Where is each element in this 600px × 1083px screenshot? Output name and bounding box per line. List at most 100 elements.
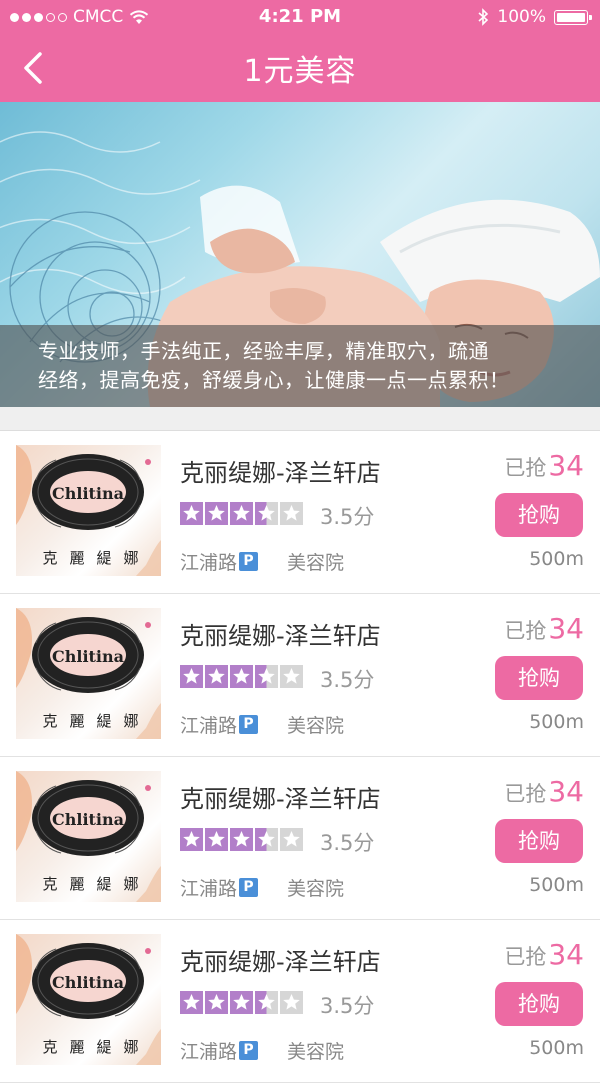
logo-cn-char: 麗 bbox=[69, 1038, 84, 1056]
rating-score: 3.5分 bbox=[320, 505, 375, 529]
store-category: 美容院 bbox=[287, 1041, 345, 1063]
star-icon bbox=[280, 991, 303, 1014]
store-list: Chlitina 克 麗 緹 娜 克丽缇娜-泽兰轩店 3.5分 江浦路 P 美容… bbox=[0, 431, 600, 1083]
store-distance: 500m bbox=[529, 874, 584, 896]
logo-cn-char: 娜 bbox=[123, 712, 138, 730]
sold-label: 已抢 bbox=[504, 456, 547, 480]
store-category: 美容院 bbox=[287, 552, 345, 574]
rating-score: 3.5分 bbox=[320, 668, 375, 692]
store-logo-image: Chlitina 克 麗 緹 娜 bbox=[16, 445, 161, 576]
store-logo-image: Chlitina 克 麗 緹 娜 bbox=[16, 934, 161, 1065]
bluetooth-icon bbox=[478, 8, 489, 26]
page-title: 1元美容 bbox=[243, 54, 357, 89]
store-distance: 500m bbox=[529, 548, 584, 570]
star-icon bbox=[255, 828, 278, 851]
store-category: 美容院 bbox=[287, 878, 345, 900]
sold-count: 已抢 34 bbox=[504, 449, 584, 482]
sold-number: 34 bbox=[548, 775, 584, 808]
store-list-item[interactable]: Chlitina 克 麗 緹 娜 克丽缇娜-泽兰轩店 3.5分 江浦路 P 美容… bbox=[0, 757, 600, 920]
star-icon bbox=[230, 665, 253, 688]
logo-cn-char: 娜 bbox=[123, 875, 138, 893]
battery-percent: 100% bbox=[497, 7, 546, 27]
star-icon bbox=[205, 991, 228, 1014]
buy-button[interactable]: 抢购 bbox=[495, 656, 583, 700]
store-category: 美容院 bbox=[287, 715, 345, 737]
banner-caption: 专业技师，手法纯正，经验丰厚，精准取穴，疏通 经络，提高免疫，舒缓身心，让健康一… bbox=[0, 325, 600, 407]
star-icon bbox=[255, 665, 278, 688]
buy-button[interactable]: 抢购 bbox=[495, 982, 583, 1026]
star-icon bbox=[255, 991, 278, 1014]
sold-label: 已抢 bbox=[504, 945, 547, 969]
star-icon bbox=[205, 828, 228, 851]
star-icon bbox=[255, 502, 278, 525]
logo-text: Chlitina bbox=[52, 484, 124, 503]
star-icon bbox=[205, 502, 228, 525]
logo-cn-char: 麗 bbox=[69, 712, 84, 730]
logo-cn-char: 克 bbox=[42, 1038, 57, 1056]
logo-cn-char: 克 bbox=[42, 549, 57, 567]
star-icon bbox=[205, 665, 228, 688]
rating-stars bbox=[180, 665, 303, 688]
rating-score: 3.5分 bbox=[320, 994, 375, 1018]
logo-cn-char: 緹 bbox=[96, 712, 111, 730]
battery-icon bbox=[554, 9, 592, 25]
logo-cn-char: 克 bbox=[42, 875, 57, 893]
store-name[interactable]: 克丽缇娜-泽兰轩店 bbox=[180, 616, 381, 651]
star-icon bbox=[180, 502, 203, 525]
section-divider bbox=[0, 407, 600, 431]
logo-text: Chlitina bbox=[52, 647, 124, 666]
street-name: 江浦路 bbox=[180, 715, 238, 737]
banner-caption-line2: 经络，提高免疫，舒缓身心，让健康一点一点累积！ bbox=[38, 368, 510, 392]
sold-number: 34 bbox=[548, 938, 584, 971]
street-name: 江浦路 bbox=[180, 552, 238, 574]
sold-number: 34 bbox=[548, 449, 584, 482]
logo-cn-char: 克 bbox=[42, 712, 57, 730]
star-icon bbox=[180, 991, 203, 1014]
star-icon bbox=[280, 502, 303, 525]
promo-banner[interactable]: 专业技师，手法纯正，经验丰厚，精准取穴，疏通 经络，提高免疫，舒缓身心，让健康一… bbox=[0, 102, 600, 407]
top-bar: CMCC 4:21 PM 100% 1元美容 bbox=[0, 0, 600, 102]
star-icon bbox=[230, 991, 253, 1014]
store-distance: 500m bbox=[529, 711, 584, 733]
parking-icon: P bbox=[239, 552, 259, 571]
rating-stars bbox=[180, 828, 303, 851]
star-icon bbox=[180, 665, 203, 688]
parking-icon: P bbox=[239, 1041, 259, 1060]
store-list-item[interactable]: Chlitina 克 麗 緹 娜 克丽缇娜-泽兰轩店 3.5分 江浦路 P 美容… bbox=[0, 920, 600, 1083]
logo-text: Chlitina bbox=[52, 810, 124, 829]
logo-cn-char: 緹 bbox=[96, 1038, 111, 1056]
store-logo-image: Chlitina 克 麗 緹 娜 bbox=[16, 771, 161, 902]
store-name[interactable]: 克丽缇娜-泽兰轩店 bbox=[180, 942, 381, 977]
sold-count: 已抢 34 bbox=[504, 938, 584, 971]
logo-cn-char: 緹 bbox=[96, 549, 111, 567]
status-right: 100% bbox=[477, 7, 592, 27]
store-name[interactable]: 克丽缇娜-泽兰轩店 bbox=[180, 779, 381, 814]
banner-caption-line1: 专业技师，手法纯正，经验丰厚，精准取穴，疏通 bbox=[38, 339, 489, 363]
buy-button[interactable]: 抢购 bbox=[495, 819, 583, 863]
logo-cn-char: 娜 bbox=[123, 1038, 138, 1056]
star-icon bbox=[280, 828, 303, 851]
sold-label: 已抢 bbox=[504, 619, 547, 643]
rating-score: 3.5分 bbox=[320, 831, 375, 855]
store-list-item[interactable]: Chlitina 克 麗 緹 娜 克丽缇娜-泽兰轩店 3.5分 江浦路 P 美容… bbox=[0, 431, 600, 594]
star-icon bbox=[230, 828, 253, 851]
store-name[interactable]: 克丽缇娜-泽兰轩店 bbox=[180, 453, 381, 488]
nav-bar: 1元美容 bbox=[0, 34, 600, 102]
star-icon bbox=[230, 502, 253, 525]
rating-stars bbox=[180, 991, 303, 1014]
logo-cn-char: 麗 bbox=[69, 875, 84, 893]
street-name: 江浦路 bbox=[180, 878, 238, 900]
store-list-item[interactable]: Chlitina 克 麗 緹 娜 克丽缇娜-泽兰轩店 3.5分 江浦路 P 美容… bbox=[0, 594, 600, 757]
star-icon bbox=[180, 828, 203, 851]
status-bar: CMCC 4:21 PM 100% bbox=[0, 0, 600, 34]
parking-icon: P bbox=[239, 715, 259, 734]
logo-cn-char: 娜 bbox=[123, 549, 138, 567]
parking-icon: P bbox=[239, 878, 259, 897]
sold-count: 已抢 34 bbox=[504, 775, 584, 808]
sold-number: 34 bbox=[548, 612, 584, 645]
buy-button[interactable]: 抢购 bbox=[495, 493, 583, 537]
sold-count: 已抢 34 bbox=[504, 612, 584, 645]
logo-cn-char: 麗 bbox=[69, 549, 84, 567]
store-street: 江浦路 P bbox=[180, 548, 259, 575]
store-street: 江浦路 P bbox=[180, 874, 259, 901]
